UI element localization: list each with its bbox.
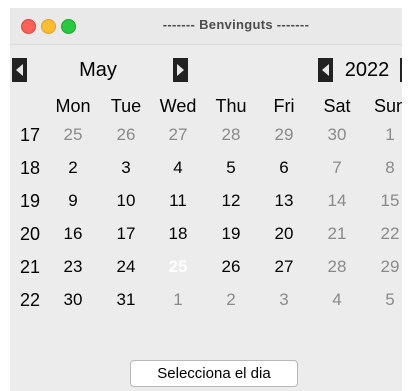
prev-year-button[interactable] [318,58,333,82]
app-window: ------- Benvinguts ------- May 2022 Mon … [10,8,402,391]
prev-month-button[interactable] [12,58,27,82]
triangle-left-icon [322,64,329,76]
day-cell[interactable]: 19 [205,224,257,244]
day-cell[interactable]: 20 [258,224,310,244]
day-cell[interactable]: 3 [100,158,152,178]
day-cell[interactable]: 29 [364,257,402,277]
weekday-header: Mon [55,96,91,116]
weekday-header: Sun [373,96,402,116]
minimize-window-button[interactable] [41,19,56,34]
day-cell[interactable]: 26 [205,257,257,277]
day-cell[interactable]: 31 [100,290,152,310]
day-cell-outside-month[interactable]: 1 [152,290,204,310]
day-cell-outside-month[interactable]: 26 [100,125,152,145]
day-cell-outside-month[interactable]: 3 [258,290,310,310]
next-year-button[interactable] [400,58,402,82]
weekday-header: Wed [159,96,197,116]
day-cell-outside-month[interactable]: 29 [258,125,310,145]
day-cell[interactable]: 18 [152,224,204,244]
triangle-left-icon [16,64,23,76]
day-cell[interactable]: 2 [47,158,99,178]
close-window-button[interactable] [21,19,36,34]
year-label: 2022 [344,59,390,81]
next-month-button[interactable] [173,58,188,82]
day-cell[interactable]: 30 [47,290,99,310]
calendar-grid: Mon Tue Wed Thu Fri Sat Sun 17 25 26 27 28 29… [10,96,402,336]
day-cell[interactable]: 10 [100,191,152,211]
day-cell-outside-month[interactable]: 2 [205,290,257,310]
day-cell[interactable]: 11 [152,191,204,211]
window-title: ------- Benvinguts ------- [162,17,310,32]
day-cell[interactable]: 6 [258,158,310,178]
day-cell[interactable]: 23 [47,257,99,277]
day-cell-outside-month[interactable]: 4 [311,290,363,310]
weekday-header: Fri [273,96,295,116]
day-cell[interactable]: 1 [364,125,402,145]
week-number: 17 [19,125,41,145]
day-cell[interactable]: 24 [100,257,152,277]
week-number: 20 [19,224,41,244]
day-cell[interactable]: 22 [364,224,402,244]
day-cell[interactable]: 4 [152,158,204,178]
week-number: 19 [19,191,41,211]
day-cell-outside-month[interactable]: 28 [205,125,257,145]
week-number: 22 [19,290,41,310]
day-cell-outside-month[interactable]: 30 [311,125,363,145]
weekday-header: Sat [323,96,351,116]
day-cell[interactable]: 9 [47,191,99,211]
day-cell[interactable]: 17 [100,224,152,244]
week-number: 21 [19,257,41,277]
day-cell[interactable]: 27 [258,257,310,277]
day-cell[interactable]: 28 [311,257,363,277]
day-cell[interactable]: 21 [311,224,363,244]
day-cell-outside-month[interactable]: 27 [152,125,204,145]
triangle-right-icon [177,64,184,76]
day-cell[interactable]: 12 [205,191,257,211]
day-cell[interactable]: 8 [364,158,402,178]
select-day-button[interactable]: Selecciona el dia [130,360,298,387]
day-cell[interactable]: 14 [311,191,363,211]
day-cell[interactable]: 16 [47,224,99,244]
title-bar: ------- Benvinguts ------- [10,8,402,45]
day-cell[interactable]: 13 [258,191,310,211]
day-cell-outside-month[interactable]: 25 [47,125,99,145]
day-cell-outside-month[interactable]: 5 [364,290,402,310]
month-label: May [79,59,117,81]
day-cell[interactable]: 5 [205,158,257,178]
day-cell-selected[interactable]: 25 [152,257,204,277]
day-cell[interactable]: 15 [364,191,402,211]
triangle-right-icon [400,58,402,82]
day-cell[interactable]: 7 [311,158,363,178]
weekday-header: Tue [110,96,142,116]
weekday-header: Thu [215,96,247,116]
week-number: 18 [19,158,41,178]
